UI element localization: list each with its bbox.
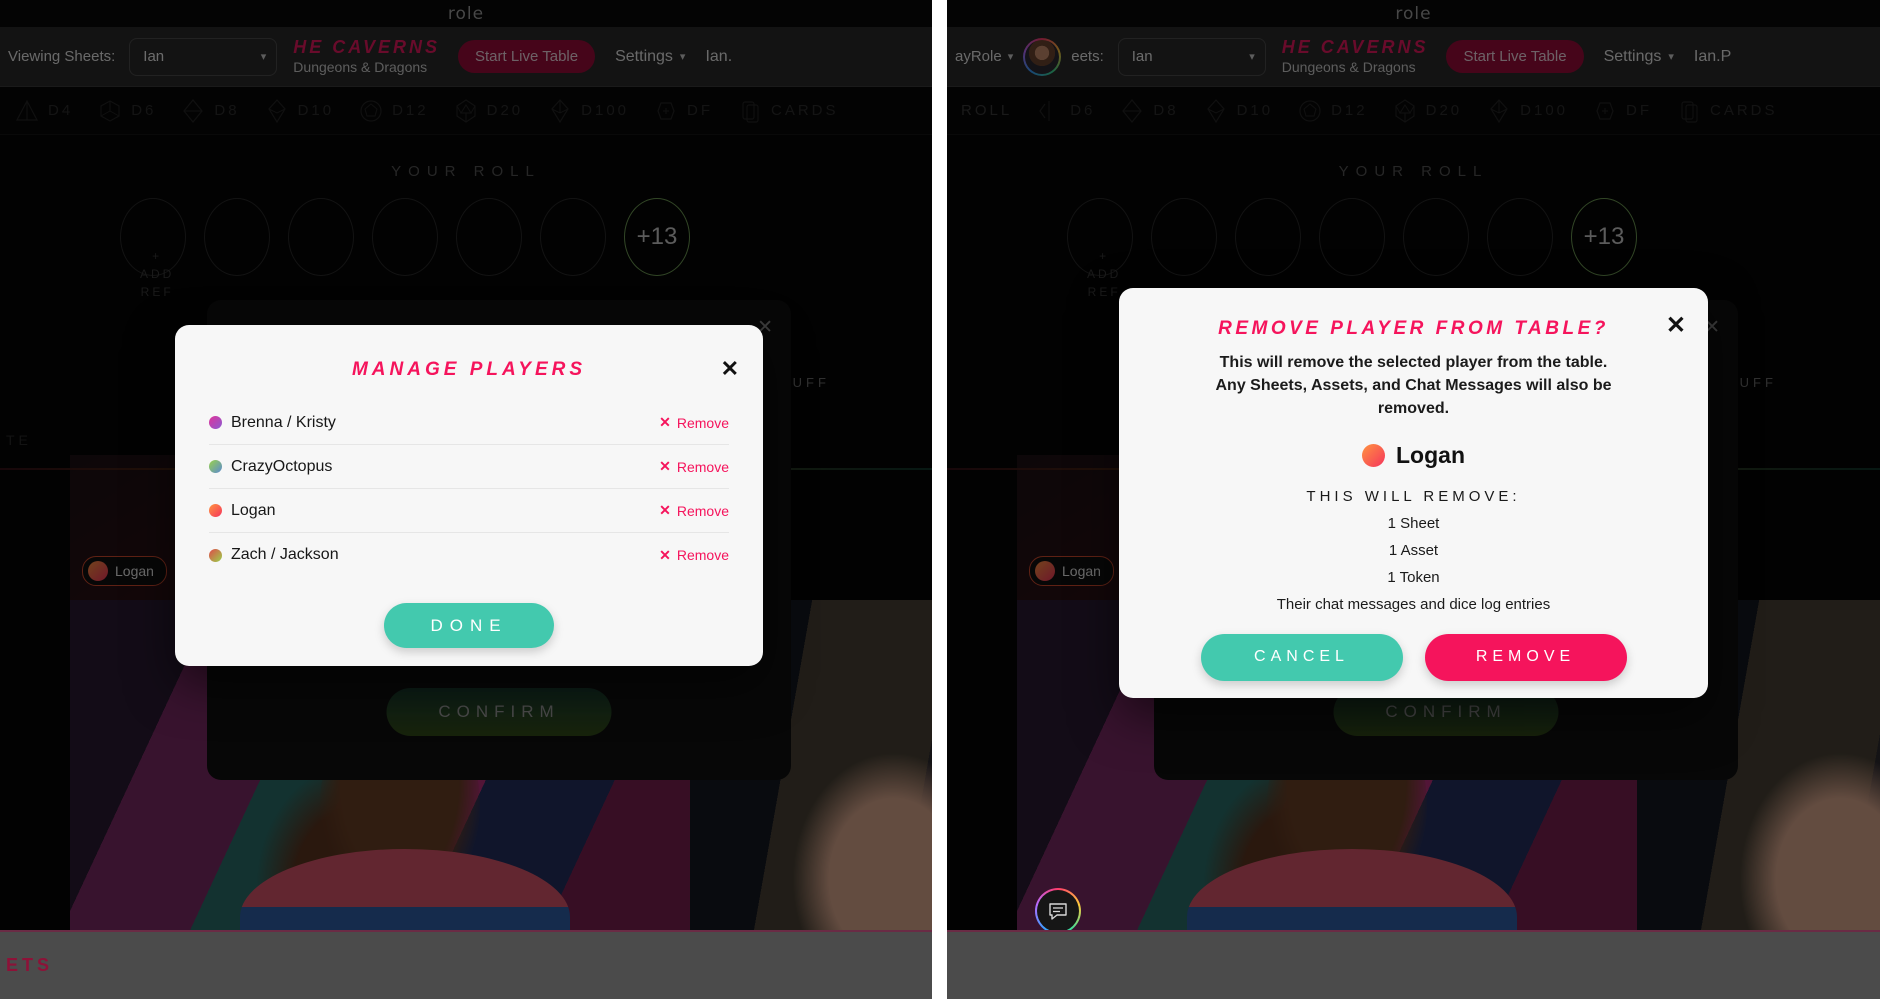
remove-label: Remove — [676, 414, 729, 431]
will-remove-heading: THIS WILL REMOVE: — [1306, 487, 1521, 505]
player-name: Logan — [1396, 441, 1465, 468]
panel-divider — [932, 0, 947, 999]
will-remove-item: 1 Sheet — [1387, 514, 1440, 532]
remove-player-button[interactable]: ✕ Remove — [659, 458, 729, 475]
close-icon[interactable]: ✕ — [721, 358, 739, 380]
will-remove-item: 1 Asset — [1388, 541, 1439, 559]
cancel-button[interactable]: CANCEL — [1200, 633, 1403, 681]
left-panel: role Viewing Sheets: Ian ▾ HE CAVERNS Du… — [0, 0, 932, 999]
player-identity: Zach / Jackson — [209, 546, 339, 564]
player-name: Zach / Jackson — [231, 546, 339, 563]
description-line-1: This will remove the selected player fro… — [1219, 354, 1608, 371]
dialog-actions: CANCEL REMOVE — [1149, 633, 1678, 681]
chat-bubble-icon — [1037, 890, 1079, 932]
player-name: Logan — [231, 501, 276, 519]
players-list: Brenna / Kristy ✕ Remove CrazyOctopus ✕ … — [209, 401, 729, 577]
dialog-description: This will remove the selected player fro… — [1149, 351, 1678, 421]
x-icon: ✕ — [659, 546, 671, 563]
screenshot-root: role Viewing Sheets: Ian ▾ HE CAVERNS Du… — [0, 0, 1880, 999]
remove-player-button[interactable]: ✕ Remove — [659, 547, 729, 564]
remove-player-dialog: ✕ REMOVE PLAYER FROM TABLE? This will re… — [1119, 288, 1708, 698]
dialog-title: MANAGE PLAYERS — [351, 359, 587, 380]
bottom-bar-left: ETS — [0, 930, 932, 999]
close-icon[interactable]: ✕ — [1666, 314, 1686, 338]
will-remove-item: Their chat messages and dice log entries — [1276, 595, 1551, 613]
player-color-dot — [209, 504, 222, 517]
player-identity: CrazyOctopus — [209, 458, 332, 476]
x-icon: ✕ — [659, 502, 671, 518]
remove-player-button[interactable]: ✕ Remove — [659, 502, 729, 519]
chat-fab-button[interactable] — [1035, 888, 1081, 934]
description-line-2: Any Sheets, Assets, and Chat Messages wi… — [1215, 377, 1612, 395]
manage-players-dialog: ✕ MANAGE PLAYERS Brenna / Kristy ✕ Remov… — [175, 325, 763, 666]
will-remove-item: 1 Token — [1387, 568, 1440, 586]
player-row: CrazyOctopus ✕ Remove — [209, 445, 729, 489]
sheets-tab-label[interactable]: ETS — [0, 955, 53, 976]
right-panel: role ayRole ▾ eets: Ian ▾ HE CAVERNS Dun… — [947, 0, 1880, 999]
description-line-3: removed. — [1377, 400, 1450, 418]
remove-player-button[interactable]: ✕ Remove — [659, 414, 729, 431]
player-name: CrazyOctopus — [231, 457, 333, 475]
player-identity: Logan — [209, 502, 276, 520]
dialog-actions: DONE — [209, 603, 729, 648]
player-name: Brenna / Kristy — [231, 413, 336, 431]
target-player: Logan — [1149, 442, 1678, 469]
player-row: Logan ✕ Remove — [209, 489, 729, 533]
x-icon: ✕ — [659, 414, 671, 430]
remove-button[interactable]: REMOVE — [1424, 633, 1627, 681]
done-button[interactable]: DONE — [384, 603, 554, 648]
player-identity: Brenna / Kristy — [209, 414, 336, 432]
x-icon: ✕ — [659, 458, 671, 474]
player-color-dot — [209, 548, 222, 562]
remove-label: Remove — [676, 502, 729, 519]
dialog-title: REMOVE PLAYER FROM TABLE? — [1218, 318, 1609, 339]
remove-label: Remove — [676, 547, 729, 563]
player-color-dot — [1362, 443, 1385, 467]
player-row: Brenna / Kristy ✕ Remove — [209, 401, 729, 445]
player-row: Zach / Jackson ✕ Remove — [209, 533, 729, 577]
player-color-dot — [209, 460, 222, 473]
player-color-dot — [209, 416, 222, 429]
remove-label: Remove — [676, 458, 729, 475]
bottom-bar-right — [947, 930, 1880, 999]
